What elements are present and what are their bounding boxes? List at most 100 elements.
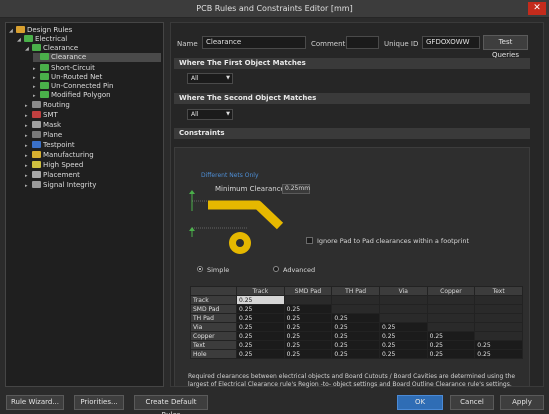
table-cell[interactable]: 0.25 [236,340,285,350]
table-cell[interactable]: 0.25 [474,349,523,359]
table-cell[interactable]: 0.25 [236,313,285,323]
table-cell[interactable]: 0.25 [236,304,285,314]
tree-item-plane[interactable]: ▸ Plane [25,131,62,140]
tree-item-label: Testpoint [43,141,75,149]
table-cell[interactable]: 0.25 [378,349,428,359]
table-cell[interactable]: 0.25 [474,340,523,350]
table-row: TH Pad 0.25 0.25 0.25 [190,313,523,323]
tree-item-routing[interactable]: ▸ Routing [25,101,70,110]
expand-icon[interactable]: ◢ [17,36,24,45]
unique-id-label: Unique ID [384,40,419,48]
simple-radio[interactable] [197,266,203,272]
table-cell[interactable]: 0.25 [331,331,380,341]
arrow-head-icon [189,227,195,231]
first-match-select[interactable]: All ▼ [187,73,233,84]
comment-field[interactable] [346,36,379,49]
expand-icon[interactable]: ▸ [25,152,32,161]
tree-item-mask[interactable]: ▸ Mask [25,121,61,130]
column-header: Copper [426,286,476,296]
expand-icon[interactable]: ▸ [25,102,32,111]
tree-item-high-speed[interactable]: ▸ High Speed [25,161,83,170]
table-cell[interactable]: 0.25 [283,340,333,350]
expand-icon[interactable]: ▸ [33,92,40,101]
test-queries-button[interactable]: Test Queries [483,35,528,59]
table-cell[interactable]: 0.25 [236,295,285,305]
second-match-select[interactable]: All ▼ [187,109,233,120]
create-default-rules-button[interactable]: Create Default Rules [134,395,208,414]
expand-icon[interactable]: ▸ [25,122,32,131]
close-button[interactable]: ✕ [528,2,546,15]
table-cell[interactable]: 0.25 [426,340,476,350]
expand-icon[interactable]: ▸ [25,172,32,181]
unique-id-field[interactable]: GFDOXOWW [422,36,480,49]
rules-tree[interactable]: ◢ Design Rules ◢ Electrical ◢ Clearance Cle… [5,22,164,387]
expand-icon[interactable]: ▸ [25,132,32,141]
advanced-radio-label: Advanced [283,266,316,274]
table-cell[interactable]: 0.25 [331,322,380,332]
table-cell[interactable]: 0.25 [283,304,333,314]
tree-item-label: Modified Polygon [51,91,111,99]
ok-button[interactable]: OK [397,395,443,410]
table-cell[interactable]: 0.25 [331,313,380,323]
table-cell[interactable]: 0.25 [283,313,333,323]
table-row: SMD Pad 0.25 0.25 [190,304,523,314]
tree-item-signal-integrity[interactable]: ▸ Signal Integrity [25,181,96,190]
table-cell[interactable]: 0.25 [283,349,333,359]
tree-item-short-circuit[interactable]: ▸ Short-Circuit [33,64,95,73]
table-cell [378,304,428,314]
tree-item-un-routed-net[interactable]: ▸ Un-Routed Net [33,73,102,82]
table-cell[interactable]: 0.25 [426,349,476,359]
table-cell[interactable]: 0.25 [283,322,333,332]
tree-item-electrical[interactable]: ◢ Electrical [17,35,67,44]
table-cell [378,295,428,305]
design-rules-icon [16,26,25,33]
tree-item-modified-polygon[interactable]: ▸ Modified Polygon [33,91,111,100]
apply-button[interactable]: Apply [500,395,544,410]
table-cell[interactable]: 0.25 [378,322,428,332]
row-header: TH Pad [190,313,237,323]
name-field[interactable]: Clearance [202,36,306,49]
cancel-button[interactable]: Cancel [450,395,494,410]
table-cell[interactable]: 0.25 [236,322,285,332]
dialog-footer: Rule Wizard... Priorities... Create Defa… [0,391,549,414]
table-row: Track 0.25 [190,295,523,305]
row-header: Hole [190,349,237,359]
tree-item-label: Routing [43,101,70,109]
expand-icon[interactable]: ◢ [9,27,16,36]
tree-item-clearance-rule[interactable]: Clearance [33,53,161,62]
table-cell[interactable]: 0.25 [378,331,428,341]
tree-item-clearance-group[interactable]: ◢ Clearance [25,44,78,53]
table-cell [283,295,333,305]
table-cell[interactable]: 0.25 [236,349,285,359]
name-label: Name [177,40,198,48]
min-clearance-input[interactable]: 0.25mm [282,184,310,194]
rule-editor-panel: Name Clearance Comment Unique ID GFDOXOW… [170,22,544,388]
expand-icon[interactable]: ▸ [25,112,32,121]
advanced-radio[interactable] [273,266,279,272]
expand-icon[interactable]: ▸ [25,142,32,151]
ignore-pad-checkbox[interactable] [306,237,313,244]
tree-item-testpoint[interactable]: ▸ Testpoint [25,141,75,150]
simple-radio-label: Simple [207,266,230,274]
constraints-panel: Different Nets Only Minimum Clearance 0.… [174,147,530,388]
table-cell[interactable]: 0.25 [283,331,333,341]
table-cell[interactable]: 0.25 [331,340,380,350]
expand-icon[interactable]: ▸ [25,162,32,171]
tree-item-placement[interactable]: ▸ Placement [25,171,80,180]
rule-wizard-button[interactable]: Rule Wizard... [6,395,64,410]
tree-item-smt[interactable]: ▸ SMT [25,111,58,120]
table-cell[interactable]: 0.25 [426,331,476,341]
tree-item-manufacturing[interactable]: ▸ Manufacturing [25,151,94,160]
tree-item-label: Signal Integrity [43,181,97,189]
second-match-header: Where The Second Object Matches [174,93,530,104]
table-cell[interactable]: 0.25 [378,340,428,350]
tree-item-un-connected-pin[interactable]: ▸ Un-Connected Pin [33,82,113,91]
priorities-button[interactable]: Priorities... [74,395,124,410]
table-cell[interactable]: 0.25 [331,349,380,359]
table-cell[interactable]: 0.25 [236,331,285,341]
expand-icon[interactable]: ▸ [25,182,32,191]
table-row: Text 0.25 0.25 0.25 0.25 0.25 0.25 [190,340,523,350]
expand-icon[interactable]: ◢ [25,45,32,54]
tree-item-design-rules[interactable]: ◢ Design Rules [9,26,72,35]
table-cell [474,295,523,305]
